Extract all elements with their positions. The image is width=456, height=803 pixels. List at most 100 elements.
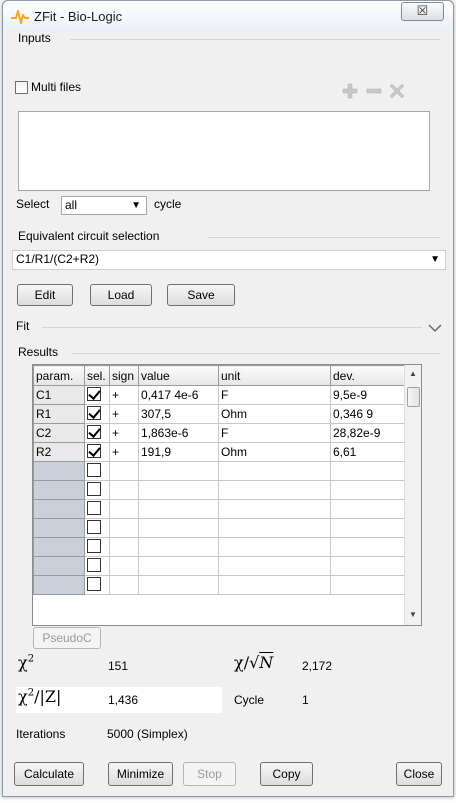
empty-cell[interactable] [138, 499, 219, 519]
results-scrollbar[interactable]: ▲ ▼ [404, 365, 421, 625]
empty-cell[interactable] [138, 575, 219, 595]
empty-cell[interactable] [330, 556, 405, 576]
select-checkbox[interactable] [87, 539, 101, 554]
empty-cell[interactable] [330, 537, 405, 557]
empty-cell[interactable] [138, 556, 219, 576]
table-row[interactable]: R2 +191,9 Ohm 6,61 [33, 442, 405, 462]
empty-cell[interactable] [138, 518, 219, 538]
results-grid[interactable]: param. sel. sign value unit dev. C1 +0,41… [32, 364, 422, 626]
table-row[interactable]: C1 +0,417 4e-6 F 9,5e-9 [33, 385, 405, 405]
empty-cell[interactable] [330, 461, 405, 481]
table-row[interactable]: C2 +1,863e-6 F 28,82e-9 [33, 423, 405, 443]
dev-cell[interactable]: 9,5e-9 [330, 385, 405, 405]
scroll-up-icon[interactable]: ▲ [409, 369, 417, 378]
value-cell[interactable]: 1,863e-6 [138, 423, 219, 443]
sign-cell[interactable]: + [109, 404, 139, 424]
sel-cell[interactable] [84, 480, 110, 500]
fit-expand-chevron-icon[interactable] [428, 323, 442, 333]
select-checkbox[interactable] [87, 387, 101, 402]
input-files-list[interactable] [18, 111, 430, 191]
unit-cell[interactable]: Ohm [218, 442, 331, 462]
empty-cell[interactable] [330, 499, 405, 519]
empty-cell[interactable] [138, 537, 219, 557]
sel-cell[interactable] [84, 499, 110, 519]
select-checkbox[interactable] [87, 444, 101, 459]
value-cell[interactable]: 307,5 [138, 404, 219, 424]
select-checkbox[interactable] [87, 406, 101, 421]
sel-cell[interactable] [84, 556, 110, 576]
empty-cell[interactable] [330, 480, 405, 500]
col-header-unit[interactable]: unit [218, 365, 331, 386]
col-header-sign[interactable]: sign [109, 365, 139, 386]
param-cell[interactable] [33, 518, 85, 538]
sel-cell[interactable] [84, 518, 110, 538]
sel-cell[interactable] [84, 442, 110, 462]
empty-cell[interactable] [330, 518, 405, 538]
select-checkbox[interactable] [87, 520, 101, 535]
copy-button[interactable]: Copy [260, 762, 313, 786]
param-cell[interactable] [33, 499, 85, 519]
empty-cell[interactable] [218, 461, 331, 481]
dev-cell[interactable]: 0,346 9 [330, 404, 405, 424]
sel-cell[interactable] [84, 461, 110, 481]
sel-cell[interactable] [84, 404, 110, 424]
empty-cell[interactable] [218, 499, 331, 519]
param-cell[interactable] [33, 461, 85, 481]
param-cell[interactable] [33, 575, 85, 595]
dev-cell[interactable]: 6,61 [330, 442, 405, 462]
title-bar[interactable]: ZFit - Bio-Logic ☒ [3, 1, 453, 31]
empty-cell[interactable] [218, 480, 331, 500]
select-checkbox[interactable] [87, 463, 101, 478]
empty-table-row[interactable] [33, 575, 405, 595]
empty-cell[interactable] [138, 461, 219, 481]
select-checkbox[interactable] [87, 577, 101, 592]
empty-cell[interactable] [218, 575, 331, 595]
unit-cell[interactable]: F [218, 385, 331, 405]
empty-table-row[interactable] [33, 499, 405, 519]
empty-table-row[interactable] [33, 537, 405, 557]
sel-cell[interactable] [84, 423, 110, 443]
empty-cell[interactable] [218, 518, 331, 538]
delete-all-files-icon[interactable] [389, 83, 405, 99]
minimize-button[interactable]: Minimize [108, 762, 173, 786]
calculate-button[interactable]: Calculate [14, 762, 84, 786]
empty-table-row[interactable] [33, 518, 405, 538]
cycle-select-dropdown[interactable]: all ▼ [61, 196, 147, 215]
empty-cell[interactable] [109, 518, 139, 538]
scrollbar-thumb[interactable] [407, 387, 420, 407]
empty-cell[interactable] [330, 575, 405, 595]
value-cell[interactable]: 191,9 [138, 442, 219, 462]
unit-cell[interactable]: Ohm [218, 404, 331, 424]
value-cell[interactable]: 0,417 4e-6 [138, 385, 219, 405]
param-cell[interactable]: R1 [33, 404, 85, 424]
empty-cell[interactable] [109, 480, 139, 500]
sel-cell[interactable] [84, 537, 110, 557]
select-checkbox[interactable] [87, 425, 101, 440]
unit-cell[interactable]: F [218, 423, 331, 443]
empty-cell[interactable] [109, 575, 139, 595]
param-cell[interactable] [33, 556, 85, 576]
pseudoc-button[interactable]: PseudoC [33, 627, 101, 649]
close-button[interactable]: Close [396, 762, 442, 786]
param-cell[interactable]: C1 [33, 385, 85, 405]
param-cell[interactable]: R2 [33, 442, 85, 462]
empty-table-row[interactable] [33, 461, 405, 481]
col-header-param[interactable]: param. [33, 365, 85, 386]
col-header-dev[interactable]: dev. [330, 365, 405, 386]
edit-button[interactable]: Edit [17, 284, 73, 306]
empty-cell[interactable] [218, 556, 331, 576]
load-button[interactable]: Load [90, 284, 152, 306]
empty-cell[interactable] [109, 556, 139, 576]
empty-cell[interactable] [109, 461, 139, 481]
sign-cell[interactable]: + [109, 385, 139, 405]
window-close-button[interactable]: ☒ [401, 2, 444, 21]
stop-button[interactable]: Stop [183, 762, 236, 786]
dev-cell[interactable]: 28,82e-9 [330, 423, 405, 443]
col-header-value[interactable]: value [138, 365, 219, 386]
table-row[interactable]: R1 +307,5 Ohm 0,346 9 [33, 404, 405, 424]
select-checkbox[interactable] [87, 501, 101, 516]
remove-file-icon[interactable] [366, 83, 382, 99]
col-header-sel[interactable]: sel. [84, 365, 110, 386]
select-checkbox[interactable] [87, 558, 101, 573]
select-checkbox[interactable] [87, 482, 101, 497]
